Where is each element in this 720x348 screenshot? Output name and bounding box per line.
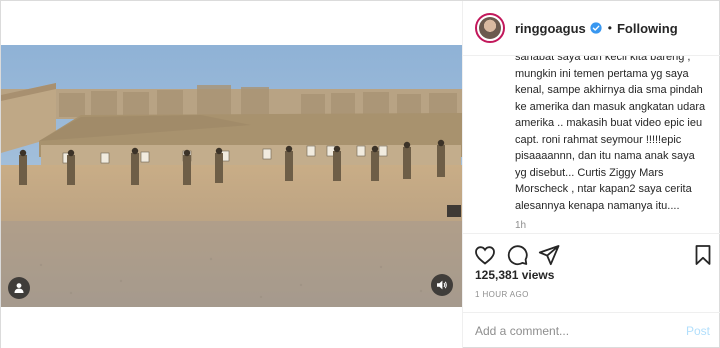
caption-line: capt. roni rahmat seymour !!!!!epic bbox=[515, 133, 682, 146]
caption-line: Morscheck , ntar kapan2 saya cerita bbox=[515, 183, 692, 195]
caption-time[interactable]: 1h bbox=[515, 220, 708, 231]
caption-line: yg disebut... Curtis Ziggy Mars bbox=[515, 166, 664, 179]
video-player[interactable] bbox=[1, 45, 462, 307]
header-separator: • bbox=[607, 21, 612, 35]
post-timestamp[interactable]: 1 HOUR AGO bbox=[475, 290, 529, 299]
post-comment-button[interactable]: Post bbox=[686, 324, 710, 338]
verified-badge-icon bbox=[590, 22, 602, 34]
media-panel bbox=[1, 1, 462, 348]
mute-button[interactable] bbox=[431, 274, 453, 296]
view-count[interactable]: 125,381 views bbox=[475, 268, 554, 282]
heart-icon[interactable] bbox=[473, 243, 497, 267]
caption-line: mungkin ini temen pertama yg saya bbox=[515, 67, 689, 80]
caption-line: sahabat saya dari kecil kita bareng , bbox=[515, 56, 691, 63]
caption-line: ke amerika dan masuk angkatan udara bbox=[515, 100, 706, 113]
comments-scroll-area[interactable]: sahabat saya dari kecil kita bareng , mu… bbox=[463, 56, 720, 232]
comment-box: Post bbox=[463, 312, 720, 348]
following-button[interactable]: Following bbox=[617, 21, 678, 36]
instagram-post: ringgoagus • Following sahabat saya dari… bbox=[0, 0, 720, 348]
post-header: ringgoagus • Following bbox=[463, 1, 720, 56]
tagged-people-button[interactable] bbox=[8, 277, 30, 299]
post-sidebar: ringgoagus • Following sahabat saya dari… bbox=[462, 1, 720, 348]
action-bar bbox=[463, 233, 720, 269]
person-icon bbox=[14, 283, 24, 293]
share-icon[interactable] bbox=[537, 243, 561, 267]
avatar[interactable] bbox=[475, 13, 505, 43]
comment-icon[interactable] bbox=[505, 243, 529, 267]
speaker-icon bbox=[437, 280, 447, 290]
caption-line: kenal, sampe akhirnya dia sma pindah bbox=[515, 84, 703, 96]
caption-line: pisaaaannn, dan itu nama anak saya bbox=[515, 150, 695, 162]
caption-line: alesannya kenapa namanya itu.... bbox=[515, 199, 680, 212]
caption-line: amerika .. makasih buat video epic ieu bbox=[515, 117, 703, 129]
bookmark-icon[interactable] bbox=[691, 243, 715, 267]
caption-text: sahabat saya dari kecil kita bareng , mu… bbox=[515, 56, 708, 214]
avatar-image bbox=[479, 17, 501, 39]
video-frame bbox=[1, 45, 462, 307]
username-link[interactable]: ringgoagus bbox=[515, 21, 586, 36]
comment-input[interactable] bbox=[475, 324, 686, 338]
